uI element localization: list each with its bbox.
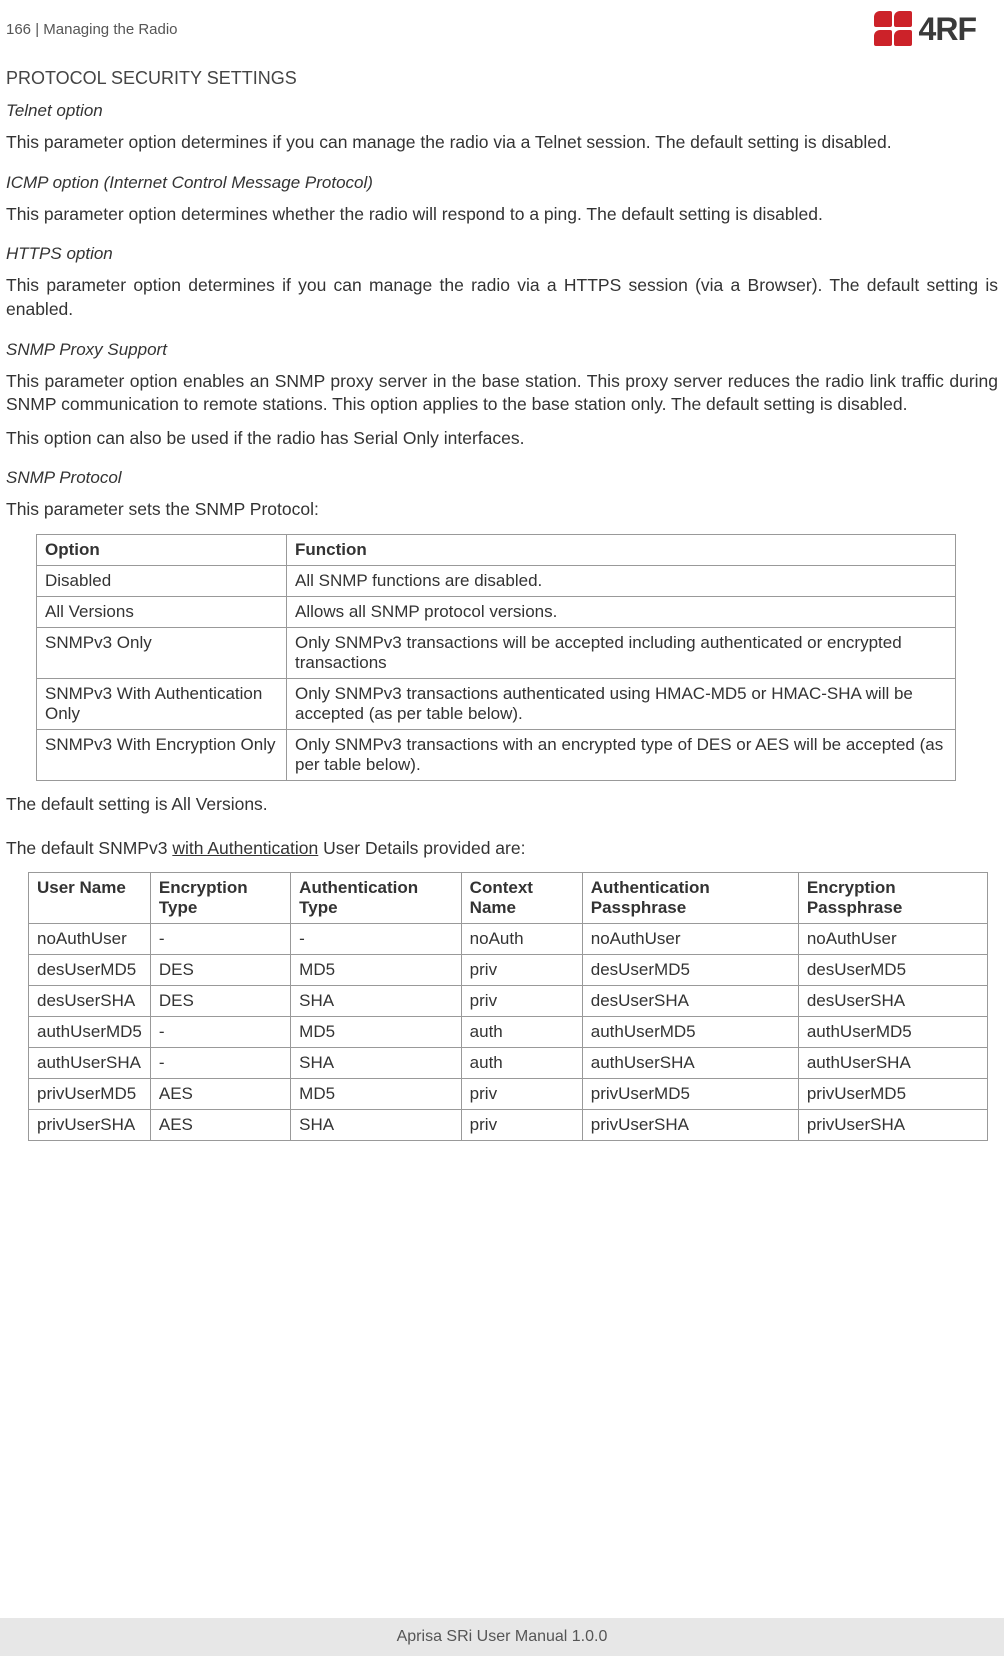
table-header-row: User Name Encryption Type Authentication… bbox=[29, 873, 988, 924]
https-text: This parameter option determines if you … bbox=[6, 274, 998, 321]
th-encryption-type: Encryption Type bbox=[150, 873, 290, 924]
td-function: Only SNMPv3 transactions with an encrypt… bbox=[287, 730, 956, 781]
th-enc-pass: Encryption Passphrase bbox=[798, 873, 987, 924]
intro-link: with Authentication bbox=[172, 838, 318, 858]
table-row: desUserMD5DESMD5privdesUserMD5desUserMD5 bbox=[29, 955, 988, 986]
table-header-row: Option Function bbox=[37, 535, 956, 566]
snmp-protocol-intro: This parameter sets the SNMP Protocol: bbox=[6, 498, 998, 522]
logo-icon bbox=[873, 10, 915, 48]
table-row: All VersionsAllows all SNMP protocol ver… bbox=[37, 597, 956, 628]
separator: | bbox=[31, 21, 43, 38]
page-footer: Aprisa SRi User Manual 1.0.0 bbox=[0, 1618, 1004, 1656]
table-row: SNMPv3 With Encryption OnlyOnly SNMPv3 t… bbox=[37, 730, 956, 781]
telnet-heading: Telnet option bbox=[6, 101, 998, 121]
user-details-intro: The default SNMPv3 with Authentication U… bbox=[6, 837, 998, 861]
snmp-protocol-heading: SNMP Protocol bbox=[6, 468, 998, 488]
logo-text: 4RF bbox=[919, 11, 976, 48]
table-row: SNMPv3 OnlyOnly SNMPv3 transactions will… bbox=[37, 628, 956, 679]
user-details-table: User Name Encryption Type Authentication… bbox=[28, 872, 988, 1141]
https-heading: HTTPS option bbox=[6, 244, 998, 264]
page-content: PROTOCOL SECURITY SETTINGS Telnet option… bbox=[0, 50, 1004, 1141]
th-auth-type: Authentication Type bbox=[291, 873, 462, 924]
td-option: All Versions bbox=[37, 597, 287, 628]
table-row: SNMPv3 With Authentication OnlyOnly SNMP… bbox=[37, 679, 956, 730]
table-row: desUserSHADESSHAprivdesUserSHAdesUserSHA bbox=[29, 986, 988, 1017]
table-row: authUserMD5-MD5authauthUserMD5authUserMD… bbox=[29, 1017, 988, 1048]
table-row: noAuthUser--noAuthnoAuthUsernoAuthUser bbox=[29, 924, 988, 955]
th-context: Context Name bbox=[461, 873, 582, 924]
page-number: 166 bbox=[6, 21, 31, 38]
brand-logo: 4RF bbox=[873, 10, 976, 48]
snmp-proxy-text2: This option can also be used if the radi… bbox=[6, 427, 998, 451]
intro-pre: The default SNMPv3 bbox=[6, 838, 172, 858]
snmp-proxy-text1: This parameter option enables an SNMP pr… bbox=[6, 370, 998, 417]
td-option: SNMPv3 With Encryption Only bbox=[37, 730, 287, 781]
td-option: Disabled bbox=[37, 566, 287, 597]
page-header: 166 | Managing the Radio 4RF bbox=[0, 0, 1004, 50]
icmp-heading: ICMP option (Internet Control Message Pr… bbox=[6, 173, 998, 193]
td-option: SNMPv3 With Authentication Only bbox=[37, 679, 287, 730]
intro-post: User Details provided are: bbox=[318, 838, 525, 858]
section-name: Managing the Radio bbox=[43, 21, 177, 38]
th-function: Function bbox=[287, 535, 956, 566]
telnet-text: This parameter option determines if you … bbox=[6, 131, 998, 155]
table-row: authUserSHA-SHAauthauthUserSHAauthUserSH… bbox=[29, 1048, 988, 1079]
th-auth-pass: Authentication Passphrase bbox=[582, 873, 798, 924]
icmp-text: This parameter option determines whether… bbox=[6, 203, 998, 227]
td-option: SNMPv3 Only bbox=[37, 628, 287, 679]
snmp-protocol-table: Option Function DisabledAll SNMP functio… bbox=[36, 534, 956, 781]
snmp-protocol-default: The default setting is All Versions. bbox=[6, 793, 998, 817]
th-username: User Name bbox=[29, 873, 151, 924]
td-function: Only SNMPv3 transactions will be accepte… bbox=[287, 628, 956, 679]
td-function: Allows all SNMP protocol versions. bbox=[287, 597, 956, 628]
td-function: Only SNMPv3 transactions authenticated u… bbox=[287, 679, 956, 730]
snmp-proxy-heading: SNMP Proxy Support bbox=[6, 340, 998, 360]
td-function: All SNMP functions are disabled. bbox=[287, 566, 956, 597]
table-row: privUserSHAAESSHAprivprivUserSHAprivUser… bbox=[29, 1110, 988, 1141]
protocol-security-title: PROTOCOL SECURITY SETTINGS bbox=[6, 68, 998, 89]
header-left: 166 | Managing the Radio bbox=[6, 21, 178, 38]
th-option: Option bbox=[37, 535, 287, 566]
table-row: DisabledAll SNMP functions are disabled. bbox=[37, 566, 956, 597]
table-row: privUserMD5AESMD5privprivUserMD5privUser… bbox=[29, 1079, 988, 1110]
